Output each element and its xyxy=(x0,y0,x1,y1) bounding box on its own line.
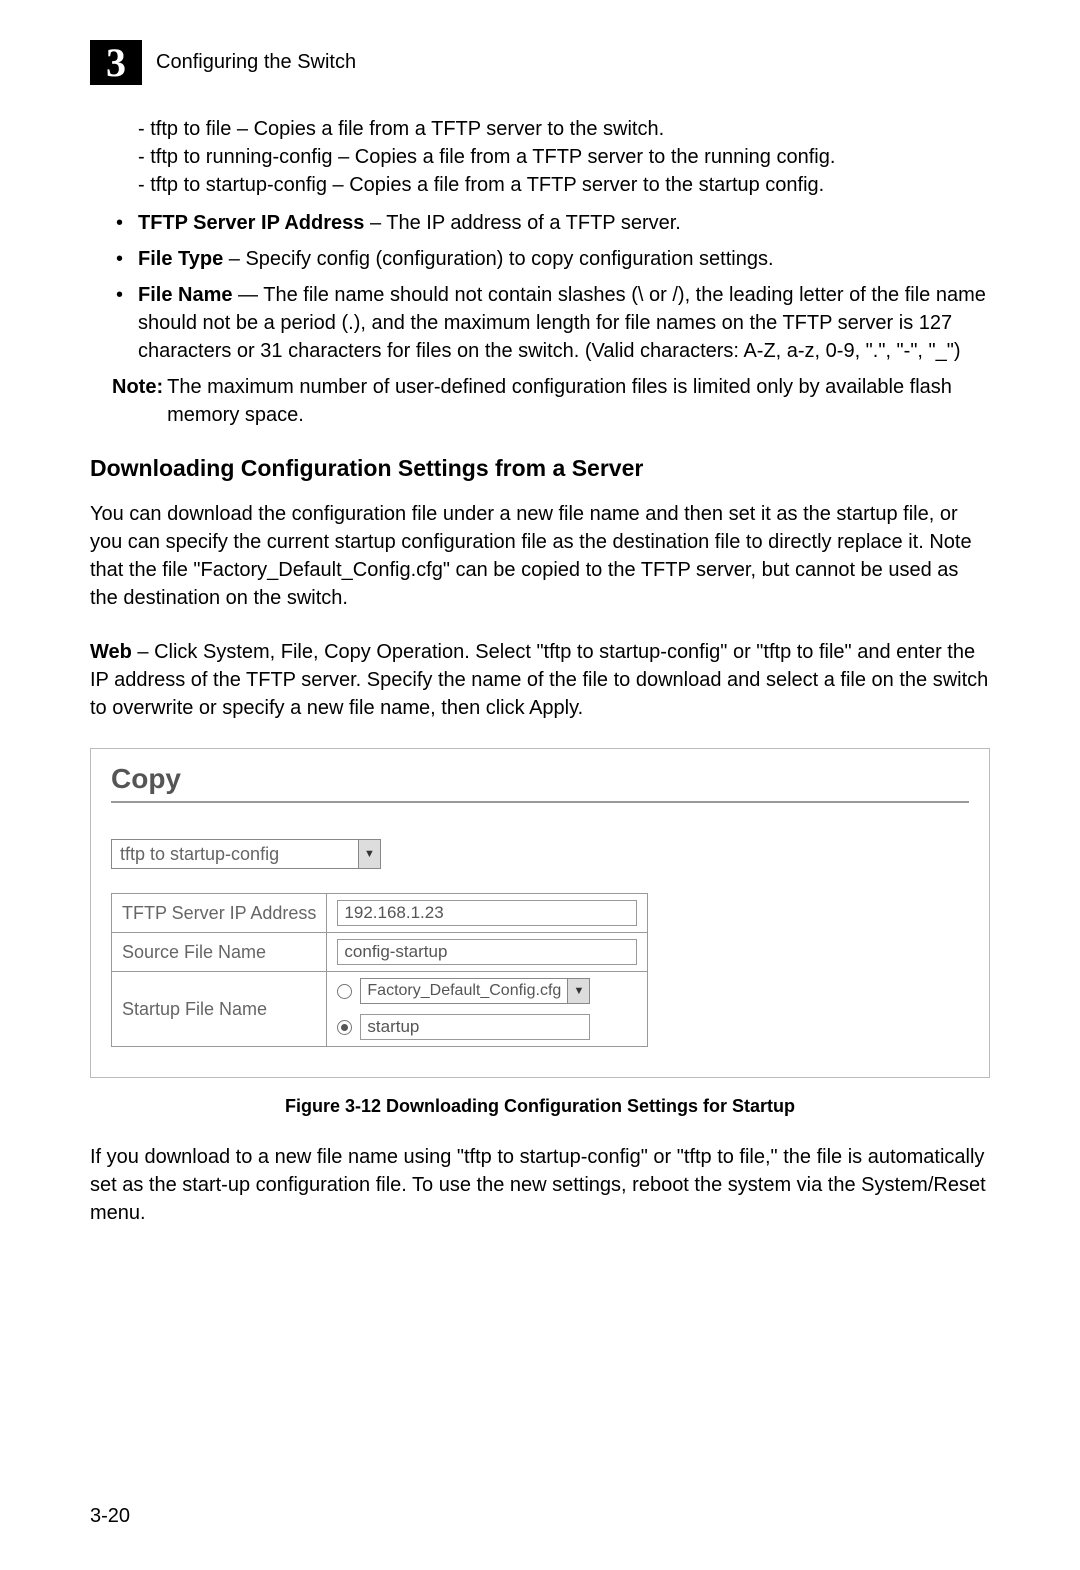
bullet-term: File Name xyxy=(138,284,232,306)
panel-title: Copy xyxy=(111,763,969,795)
sub-option: - tftp to file – Copies a file from a TF… xyxy=(138,115,990,143)
bullet-desc: — The file name should not contain slash… xyxy=(138,284,986,362)
operation-select[interactable]: tftp to startup-config ▼ xyxy=(111,839,381,869)
startup-file-radio-new[interactable] xyxy=(337,1020,352,1035)
chevron-down-icon: ▼ xyxy=(567,979,589,1003)
page-number: 3-20 xyxy=(90,1505,130,1528)
startup-file-select[interactable]: Factory_Default_Config.cfg ▼ xyxy=(360,978,590,1004)
field-label: TFTP Server IP Address xyxy=(112,894,327,933)
figure-copy-panel: Copy tftp to startup-config ▼ TFTP Serve… xyxy=(90,748,990,1078)
chapter-title: Configuring the Switch xyxy=(156,51,356,74)
chapter-number-badge: 3 xyxy=(90,40,142,85)
chevron-down-icon: ▼ xyxy=(358,840,380,868)
after-figure-paragraph: If you download to a new file name using… xyxy=(90,1143,990,1227)
source-file-input[interactable] xyxy=(337,939,637,965)
page-header: 3 Configuring the Switch xyxy=(90,40,990,85)
bullet-desc: – Specify config (configuration) to copy… xyxy=(223,248,773,270)
startup-file-radio-existing[interactable] xyxy=(337,984,352,999)
web-label: Web xyxy=(90,641,132,663)
bullet-term: TFTP Server IP Address xyxy=(138,212,364,234)
table-row: Source File Name xyxy=(112,933,648,972)
operation-select-value: tftp to startup-config xyxy=(120,844,279,865)
panel-divider xyxy=(111,801,969,803)
section-heading: Downloading Configuration Settings from … xyxy=(90,455,990,482)
bullet-desc: – The IP address of a TFTP server. xyxy=(364,212,680,234)
copy-form-table: TFTP Server IP Address Source File Name … xyxy=(111,893,648,1047)
figure-caption: Figure 3-12 Downloading Configuration Se… xyxy=(90,1096,990,1117)
table-row: Startup File Name Factory_Default_Config… xyxy=(112,972,648,1047)
startup-file-select-value: Factory_Default_Config.cfg xyxy=(367,982,561,1000)
section-paragraph: Web – Click System, File, Copy Operation… xyxy=(90,638,990,722)
note: Note: The maximum number of user-defined… xyxy=(112,373,990,429)
web-instructions: – Click System, File, Copy Operation. Se… xyxy=(90,641,988,719)
bullet-item: File Type – Specify config (configuratio… xyxy=(112,245,990,273)
note-text: The maximum number of user-defined confi… xyxy=(167,373,990,429)
table-row: TFTP Server IP Address xyxy=(112,894,648,933)
bullet-item: TFTP Server IP Address – The IP address … xyxy=(112,209,990,237)
field-bullets: TFTP Server IP Address – The IP address … xyxy=(112,209,990,365)
tftp-ip-input[interactable] xyxy=(337,900,637,926)
field-label: Startup File Name xyxy=(112,972,327,1047)
section-paragraph: You can download the configuration file … xyxy=(90,500,990,612)
sub-option: - tftp to running-config – Copies a file… xyxy=(138,143,990,171)
startup-file-new-input[interactable] xyxy=(360,1014,590,1040)
bullet-item: File Name — The file name should not con… xyxy=(112,281,990,365)
sub-option: - tftp to startup-config – Copies a file… xyxy=(138,171,990,199)
field-label: Source File Name xyxy=(112,933,327,972)
sub-option-list: - tftp to file – Copies a file from a TF… xyxy=(138,115,990,199)
note-label: Note: xyxy=(112,373,163,429)
bullet-term: File Type xyxy=(138,248,223,270)
